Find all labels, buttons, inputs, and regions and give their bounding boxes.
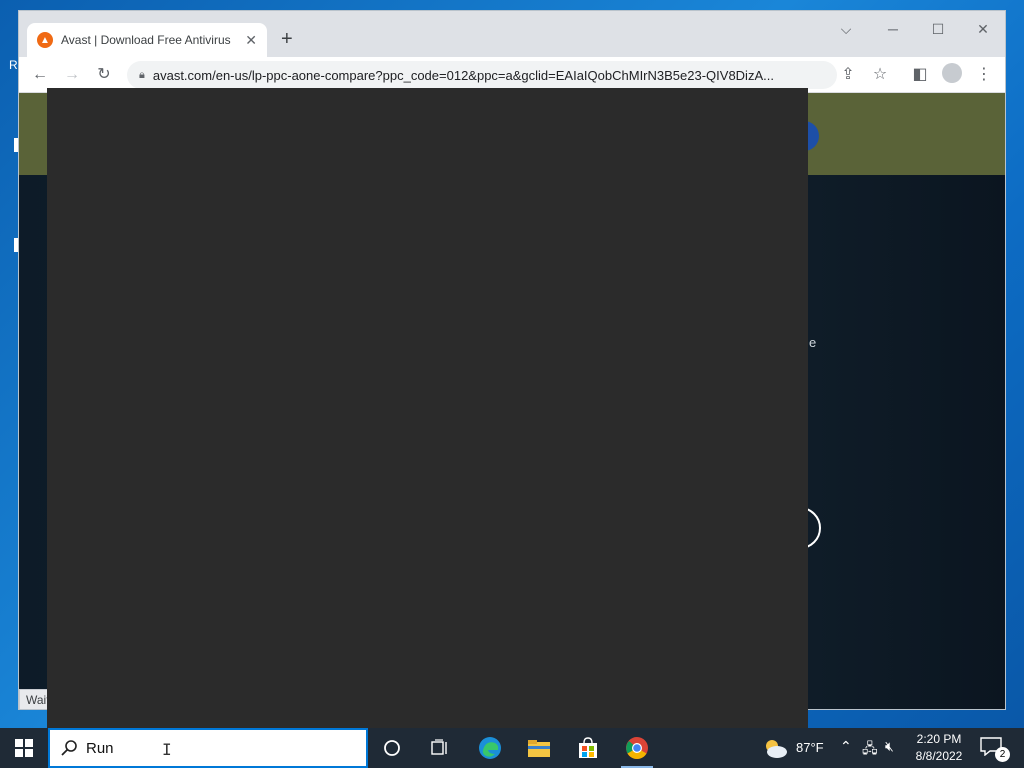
- forward-button[interactable]: →: [61, 65, 83, 85]
- search-icon: [61, 740, 77, 756]
- close-tab-icon[interactable]: ✕: [245, 32, 257, 49]
- address-bar[interactable]: 🔒︎ avast.com/en-us/lp-ppc-aone-compare?p…: [127, 61, 837, 89]
- profile-avatar[interactable]: [941, 63, 963, 91]
- chevron-up-icon[interactable]: ⌃: [840, 738, 852, 755]
- notification-count-badge: 2: [995, 747, 1010, 762]
- cortana-icon[interactable]: [372, 732, 412, 764]
- back-button[interactable]: ←: [29, 65, 51, 85]
- side-panel-icon[interactable]: ◧: [909, 65, 931, 85]
- weather-icon[interactable]: [762, 736, 788, 765]
- taskbar-search-box[interactable]: I: [48, 728, 368, 768]
- action-center-button[interactable]: 2: [980, 736, 1010, 762]
- minimize-button[interactable]: ─: [881, 21, 905, 37]
- clock-date: 8/8/2022: [915, 749, 963, 763]
- clock-time: 2:20 PM: [916, 732, 962, 746]
- network-icon[interactable]: 🖧︎: [862, 738, 878, 762]
- file-explorer-icon[interactable]: [519, 732, 559, 764]
- menu-kebab-icon[interactable]: ⋮: [973, 65, 995, 85]
- microsoft-store-icon[interactable]: [568, 732, 608, 764]
- url-text[interactable]: avast.com/en-us/lp-ppc-aone-compare?ppc_…: [153, 68, 825, 83]
- start-button[interactable]: [0, 728, 48, 768]
- taskbar: I 87°F ⌃ 🖧︎ 🔇︎ 2:20 PM 8/8/2022 2: [0, 728, 1024, 768]
- tab-title: Avast | Download Free Antivirus: [61, 33, 231, 47]
- maximize-button[interactable]: ☐: [926, 21, 950, 38]
- reload-button[interactable]: ↻: [93, 65, 115, 85]
- page-text-fragment: e: [809, 335, 817, 350]
- chrome-icon[interactable]: [617, 732, 657, 768]
- share-icon[interactable]: ⇪: [837, 65, 859, 85]
- windows-logo-icon: [15, 739, 33, 757]
- tab-strip: ▲ Avast | Download Free Antivirus ✕ + ⌵ …: [19, 11, 1005, 57]
- task-view-icon[interactable]: [420, 732, 460, 764]
- edge-browser-icon[interactable]: [470, 732, 510, 764]
- search-input[interactable]: [86, 739, 326, 757]
- new-tab-button[interactable]: +: [281, 29, 293, 49]
- lock-icon[interactable]: 🔒︎: [139, 69, 145, 82]
- volume-muted-icon[interactable]: 🔇︎: [885, 738, 894, 755]
- system-clock[interactable]: 2:20 PM 8/8/2022: [908, 731, 970, 765]
- start-search-flyout: [47, 88, 808, 728]
- close-window-button[interactable]: ✕: [971, 21, 995, 38]
- avast-logo-icon: ▲: [37, 32, 53, 48]
- browser-tab[interactable]: ▲ Avast | Download Free Antivirus ✕: [27, 23, 267, 57]
- desktop-icon-label-fragment[interactable]: R: [9, 58, 18, 72]
- text-cursor-icon: I: [162, 740, 172, 759]
- weather-temperature[interactable]: 87°F: [796, 740, 824, 755]
- tab-search-chevron-icon[interactable]: ⌵: [834, 21, 858, 38]
- bookmark-star-icon[interactable]: ☆: [869, 65, 891, 85]
